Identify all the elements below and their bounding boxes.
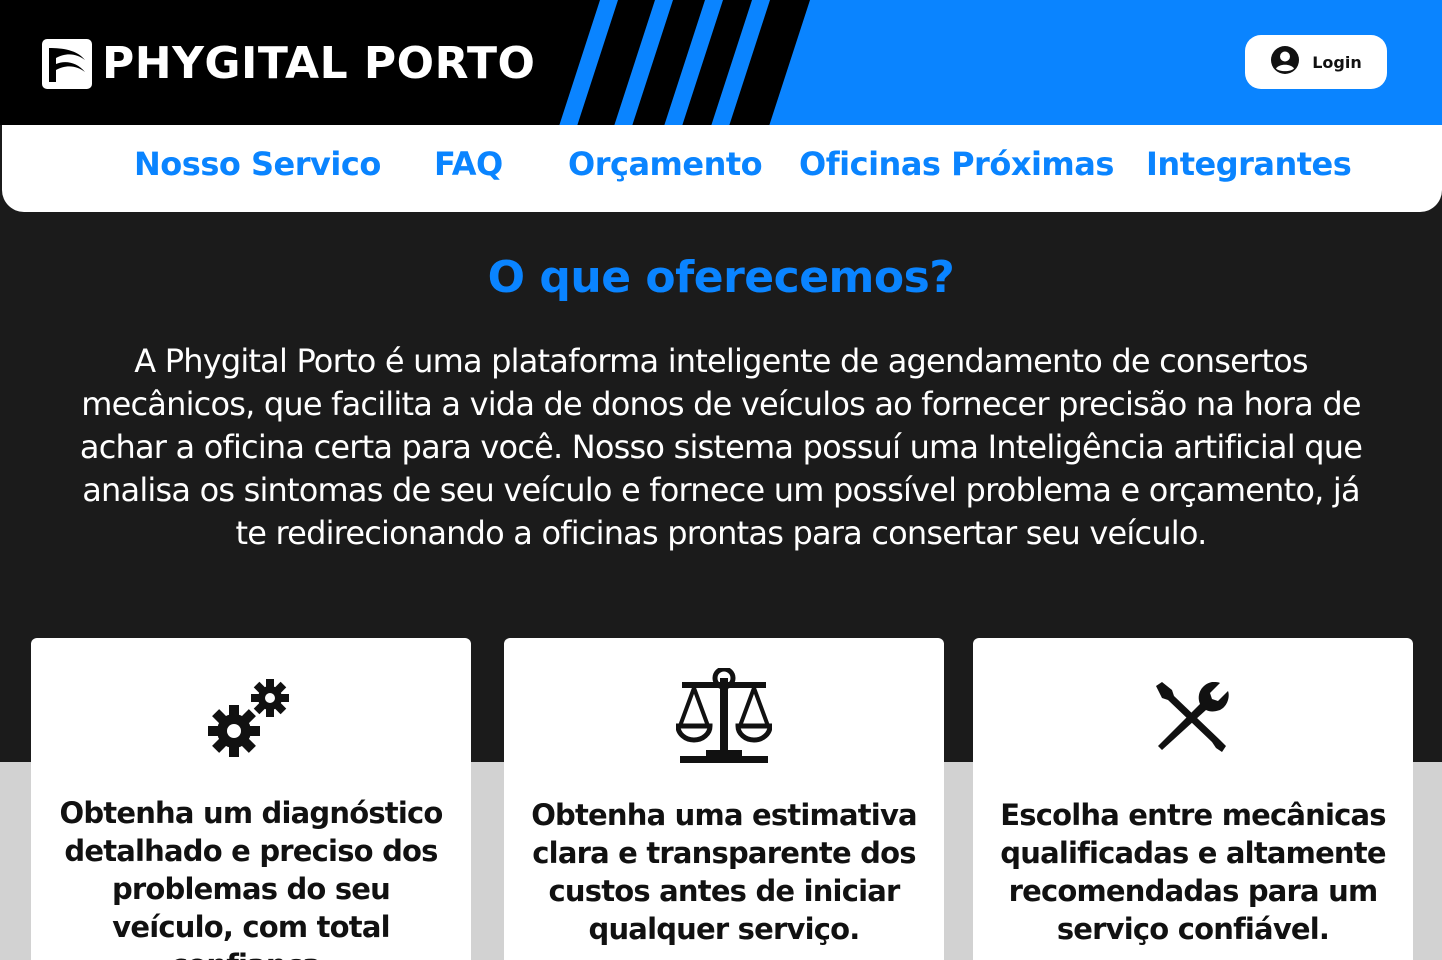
feature-card-diagnostico: Obtenha um diagnóstico detalhado e preci…	[31, 638, 471, 960]
card-text: Obtenha um diagnóstico detalhado e preci…	[59, 796, 443, 960]
user-icon	[1270, 45, 1300, 79]
section-title: O que oferecemos?	[487, 252, 955, 303]
header-stripe	[559, 0, 618, 125]
nav-item-nosso-servico[interactable]: Nosso Servico	[134, 145, 381, 183]
scale-icon	[504, 668, 944, 766]
nav-item-orcamento[interactable]: Orçamento	[568, 145, 763, 183]
logo-icon	[42, 39, 92, 89]
nav-item-oficinas-proximas[interactable]: Oficinas Próximas	[799, 145, 1114, 183]
header-stripe	[664, 0, 723, 125]
nav-item-faq[interactable]: FAQ	[434, 145, 503, 183]
card-text: Obtenha uma estimativa clara e transpare…	[531, 798, 917, 946]
gears-icon	[31, 674, 471, 760]
header-stripe	[711, 0, 770, 125]
feature-card-estimativa: Obtenha uma estimativa clara e transpare…	[504, 638, 944, 960]
header-stripe	[614, 0, 673, 125]
login-label: Login	[1312, 52, 1362, 72]
header: PHYGITAL PORTO Login	[0, 0, 1442, 125]
login-button[interactable]: Login	[1245, 35, 1387, 89]
intro-paragraph: A Phygital Porto é uma plataforma inteli…	[79, 342, 1363, 552]
brand-name: PHYGITAL PORTO	[102, 38, 536, 89]
card-text: Escolha entre mecânicas qualificadas e a…	[1000, 798, 1386, 946]
main-nav: Nosso Servico FAQ Orçamento Oficinas Pró…	[2, 125, 1442, 212]
nav-item-integrantes[interactable]: Integrantes	[1146, 145, 1352, 183]
tools-icon	[973, 680, 1413, 754]
feature-card-mecanicas: Escolha entre mecânicas qualificadas e a…	[973, 638, 1413, 960]
brand-logo[interactable]: PHYGITAL PORTO	[42, 38, 535, 90]
